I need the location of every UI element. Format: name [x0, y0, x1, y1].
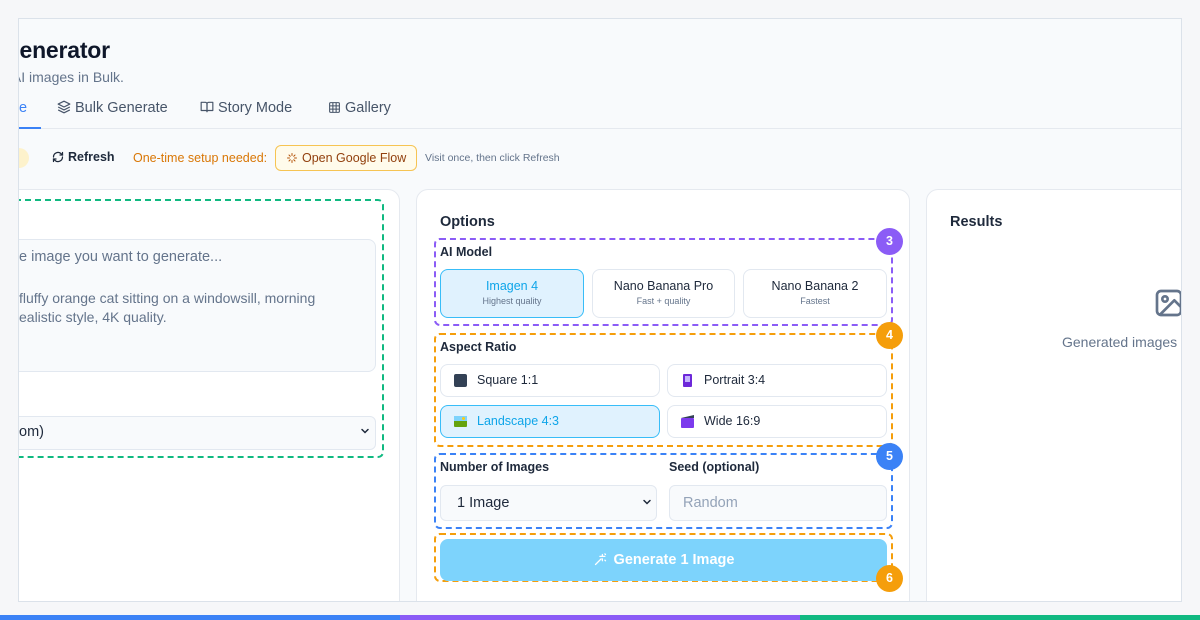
options-title: Options: [440, 214, 495, 230]
step-badge-5: 5: [876, 443, 903, 470]
landscape-icon: [454, 416, 467, 427]
aspect-name: Landscape 4:3: [477, 414, 560, 428]
aspect-option-portrait[interactable]: Portrait 3:4: [667, 364, 887, 397]
model-option-nano-banana-pro[interactable]: Nano Banana Pro Fast + quality: [592, 269, 735, 318]
ai-model-label: AI Model: [440, 245, 493, 259]
open-google-flow-button[interactable]: Open Google Flow: [275, 145, 418, 171]
model-option-nano-banana-2[interactable]: Nano Banana 2 Fastest: [743, 269, 887, 318]
tab-label: Gallery: [345, 100, 391, 116]
tab-gallery[interactable]: Gallery: [328, 87, 391, 129]
grid-icon: [329, 102, 340, 113]
visit-note: Visit once, then click Refresh: [425, 152, 560, 164]
number-of-images-label: Number of Images: [440, 460, 550, 474]
refresh-label: Refresh: [68, 150, 115, 164]
model-option-imagen-4[interactable]: Imagen 4 Highest quality: [440, 269, 584, 318]
generate-button[interactable]: Generate 1 Image: [440, 539, 887, 581]
aspect-option-wide[interactable]: Wide 16:9: [667, 405, 887, 438]
toolbar: Refresh One-time setup needed: Open Goog…: [19, 145, 1181, 171]
results-card: [926, 189, 1181, 601]
model-desc: Fastest: [800, 296, 830, 306]
layers-icon: [57, 100, 71, 114]
film-icon: [681, 415, 694, 428]
results-title: Results: [950, 214, 1003, 230]
aspect-name: Portrait 3:4: [704, 373, 766, 387]
aspect-name: Square 1:1: [477, 373, 539, 387]
model-desc: Fast + quality: [636, 296, 691, 306]
tab-label: e: [19, 100, 28, 116]
bar-segment-green: [800, 615, 1200, 620]
generate-label: Generate 1 Image: [613, 552, 735, 568]
aspect-ratio-label: Aspect Ratio: [440, 340, 517, 354]
number-of-images-value: 1 Image: [457, 495, 510, 511]
tab-label: Bulk Generate: [75, 100, 168, 116]
page-title: e Generator: [19, 37, 110, 63]
bar-segment-purple: [400, 615, 800, 620]
refresh-icon: [52, 151, 64, 163]
seed-input[interactable]: Random: [669, 485, 887, 521]
tab-label: Story Mode: [218, 100, 293, 116]
portrait-icon: [683, 374, 692, 387]
square-icon: [454, 374, 467, 387]
tab-bulk-generate[interactable]: Bulk Generate: [57, 87, 168, 129]
aspect-option-landscape[interactable]: Landscape 4:3: [440, 405, 660, 438]
model-name: Imagen 4: [485, 279, 539, 293]
setup-note: One-time setup needed:: [133, 151, 268, 165]
aspect-option-square[interactable]: Square 1:1: [440, 364, 660, 397]
step-badge-4: 4: [876, 322, 903, 349]
active-tab-indicator: [19, 127, 41, 129]
bar-segment-blue: [0, 615, 400, 620]
step-badge-3: 3: [876, 228, 903, 255]
page-subtitle: d AI images in Bulk.: [19, 69, 124, 85]
results-empty-text: Generated images: [1062, 334, 1178, 350]
sparkle-icon: [287, 153, 297, 163]
model-name: Nano Banana Pro: [613, 279, 714, 293]
model-name: Nano Banana 2: [771, 279, 859, 293]
refresh-button[interactable]: Refresh: [52, 150, 115, 164]
tab-image-generator[interactable]: e: [19, 87, 27, 129]
model-desc: Highest quality: [482, 296, 542, 306]
seed-label: Seed (optional): [669, 460, 760, 474]
image-icon: [1155, 289, 1181, 317]
flow-button-label: Open Google Flow: [302, 151, 407, 165]
aspect-name: Wide 16:9: [704, 414, 761, 428]
tab-bar: e Bulk Generate Story Mode Gallery: [19, 87, 1181, 129]
book-icon: [200, 101, 214, 113]
prompt-example: fluffy orange cat sitting on a windowsil…: [19, 290, 316, 325]
gradient-bar: [0, 615, 1200, 620]
prompt-placeholder: e image you want to generate...: [19, 249, 223, 265]
style-select[interactable]: [19, 416, 376, 450]
sparkle-icon: [594, 553, 606, 566]
chevron-down-icon: [361, 428, 369, 434]
style-select-value: om): [19, 424, 44, 440]
chevron-down-icon: [643, 499, 651, 505]
step-badge-6: 6: [876, 565, 903, 592]
app-window: e Generator d AI images in Bulk. e Bulk …: [18, 18, 1182, 602]
status-pill: [19, 148, 29, 168]
tab-story-mode[interactable]: Story Mode: [200, 87, 292, 129]
